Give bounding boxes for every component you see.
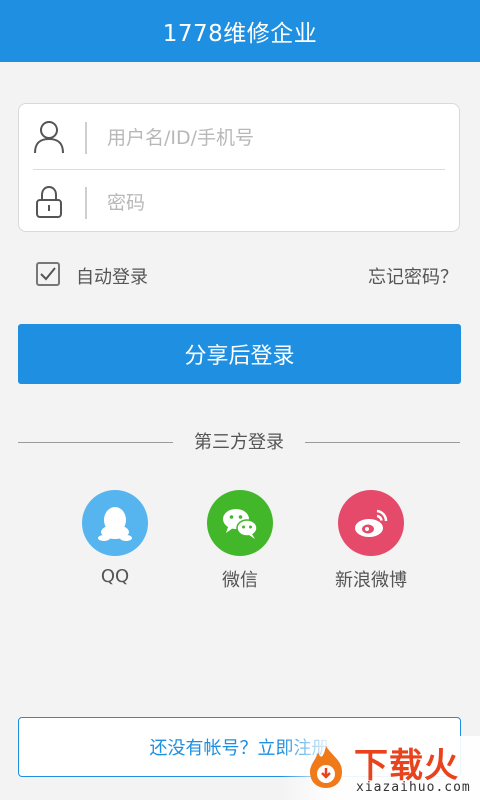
weibo-icon <box>355 509 388 537</box>
auto-login-checkbox[interactable] <box>36 262 60 286</box>
qq-login-button[interactable]: QQ <box>60 490 170 587</box>
password-input[interactable] <box>105 183 439 223</box>
username-row <box>19 104 459 168</box>
flame-logo-icon <box>310 746 342 788</box>
watermark: 下载火 xiazaihuo.com <box>280 736 480 800</box>
page-title: 1778维修企业 <box>162 21 318 47</box>
auto-login-label[interactable]: 自动登录 <box>76 263 148 289</box>
login-button[interactable]: 分享后登录 <box>18 324 461 384</box>
wechat-circle[interactable] <box>207 490 273 556</box>
wechat-icon <box>223 509 258 539</box>
third-party-label: 第三方登录 <box>194 432 284 453</box>
field-separator <box>85 187 87 219</box>
wechat-label: 微信 <box>222 570 258 591</box>
login-form <box>18 103 460 232</box>
weibo-label: 新浪微博 <box>335 570 407 591</box>
password-row <box>19 169 459 233</box>
lock-icon <box>36 185 62 218</box>
qq-label: QQ <box>100 566 130 587</box>
divider-line <box>305 442 460 443</box>
user-icon <box>34 121 64 154</box>
login-screen: 1778维修企业 自动登录 忘记密码？ <box>0 0 480 800</box>
username-input[interactable] <box>105 118 439 158</box>
forgot-password-link[interactable]: 忘记密码？ <box>368 263 458 289</box>
weibo-circle[interactable] <box>338 490 404 556</box>
weibo-login-button[interactable]: 新浪微博 <box>316 490 426 592</box>
checkmark-icon <box>40 267 56 281</box>
third-party-heading: 第三方登录 <box>18 428 460 456</box>
app-header: 1778维修企业 <box>0 0 480 62</box>
qq-penguin-icon <box>98 507 132 541</box>
wechat-login-button[interactable]: 微信 <box>185 490 295 592</box>
watermark-url: xiazaihuo.com <box>356 780 471 795</box>
qq-circle[interactable] <box>82 490 148 556</box>
login-options: 自动登录 忘记密码？ <box>18 258 460 292</box>
field-separator <box>85 122 87 154</box>
